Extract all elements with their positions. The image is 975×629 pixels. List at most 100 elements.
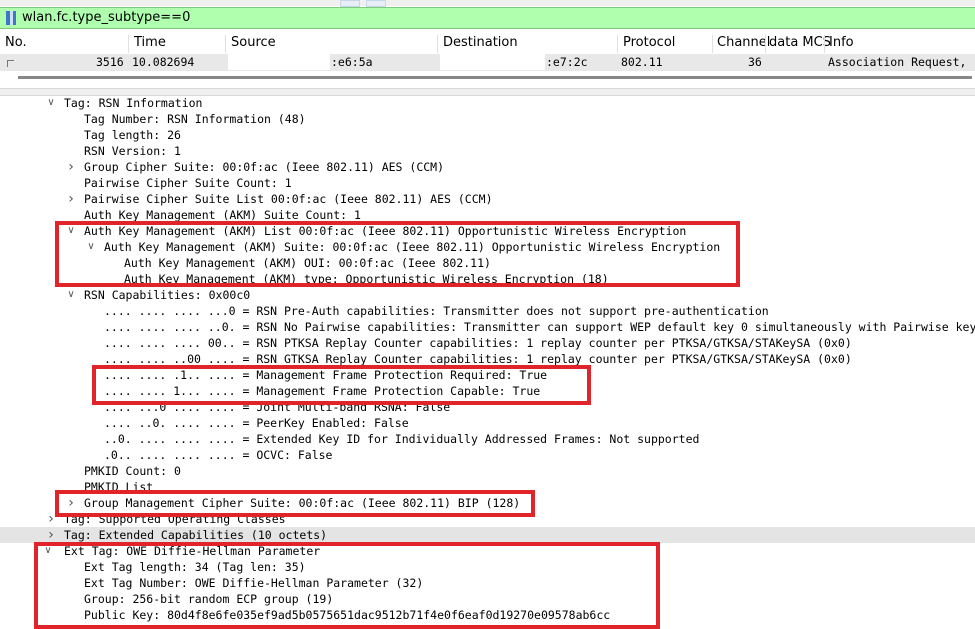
tree-row-label: Pairwise Cipher Suite Count: 1 bbox=[84, 176, 292, 190]
packet-no: 3516 bbox=[96, 55, 124, 69]
tree-row[interactable]: RSN Version: 1 bbox=[0, 143, 975, 159]
tree-row-label: Group Management Cipher Suite: 00:0f:ac … bbox=[84, 496, 521, 510]
display-filter-bar[interactable]: wlan.fc.type_subtype==0 bbox=[0, 7, 975, 29]
chevron-right-icon[interactable]: › bbox=[45, 511, 57, 527]
column-header-destination[interactable]: Destination bbox=[443, 35, 518, 50]
tree-row[interactable]: Tag Number: RSN Information (48) bbox=[0, 111, 975, 127]
tree-row-label: Tag: Supported Operating Classes bbox=[64, 512, 286, 526]
tree-row[interactable]: .... .... .... ..0. = RSN No Pairwise ca… bbox=[0, 319, 975, 335]
chevron-down-icon[interactable]: ∨ bbox=[85, 239, 97, 255]
tree-row-label: .... ...0 .... .... = Joint Multi-band R… bbox=[104, 400, 451, 414]
tree-row[interactable]: › Tag: Extended Capabilities (10 octets) bbox=[0, 527, 975, 543]
tree-row[interactable]: ∨ RSN Capabilities: 0x00c0 bbox=[0, 287, 975, 303]
tree-row-label: .... .... ..00 .... = RSN GTKSA Replay C… bbox=[104, 352, 852, 366]
packet-list: No. Time Source Destination Protocol Cha… bbox=[0, 31, 975, 86]
tree-row-label: Tag Number: RSN Information (48) bbox=[84, 112, 306, 126]
tree-row-label: .... .... .1.. .... = Management Frame P… bbox=[104, 368, 548, 382]
tree-row[interactable]: .... ..0. .... .... = PeerKey Enabled: F… bbox=[0, 415, 975, 431]
chevron-right-icon[interactable]: › bbox=[45, 527, 57, 543]
tree-row[interactable]: ∨ Ext Tag: OWE Diffie-Hellman Parameter bbox=[0, 543, 975, 559]
tree-row[interactable]: › Group Management Cipher Suite: 00:0f:ac… bbox=[0, 495, 975, 511]
column-header-data-mcs[interactable]: data MCS bbox=[769, 35, 831, 50]
tree-row[interactable]: Auth Key Management (AKM) Suite Count: 1 bbox=[0, 207, 975, 223]
filter-input[interactable]: wlan.fc.type_subtype==0 bbox=[22, 10, 190, 25]
tree-row-label: .... .... .... ..0. = RSN No Pairwise ca… bbox=[104, 320, 975, 334]
packet-protocol: 802.11 bbox=[621, 55, 663, 69]
tree-row[interactable]: Auth Key Management (AKM) OUI: 00:0f:ac … bbox=[0, 255, 975, 271]
tree-row[interactable]: .... .... .... ...0 = RSN Pre-Auth capab… bbox=[0, 303, 975, 319]
tree-row-label: Auth Key Management (AKM) List 00:0f:ac … bbox=[84, 224, 687, 238]
column-header-time[interactable]: Time bbox=[134, 35, 166, 50]
redacted-destination bbox=[440, 54, 545, 70]
tree-row[interactable]: Auth Key Management (AKM) type: Opportun… bbox=[0, 271, 975, 287]
tree-row[interactable]: Ext Tag Number: OWE Diffie-Hellman Param… bbox=[0, 575, 975, 591]
tree-row-label: Ext Tag Number: OWE Diffie-Hellman Param… bbox=[84, 576, 424, 590]
chevron-down-icon[interactable]: ∨ bbox=[65, 287, 77, 303]
tree-row[interactable]: › Pairwise Cipher Suite List 00:0f:ac (Ie… bbox=[0, 191, 975, 207]
tree-row-label: Group: 256-bit random ECP group (19) bbox=[84, 592, 334, 606]
tree-row[interactable]: Tag length: 26 bbox=[0, 127, 975, 143]
tree-row[interactable]: ..0. .... .... .... = Extended Key ID fo… bbox=[0, 431, 975, 447]
tree-row-label: Ext Tag length: 34 (Tag len: 35) bbox=[84, 560, 306, 574]
tree-row[interactable]: .0.. .... .... .... = OCVC: False bbox=[0, 447, 975, 463]
tree-row[interactable]: › Group Cipher Suite: 00:0f:ac (Ieee 802.… bbox=[0, 159, 975, 175]
tree-row[interactable]: ∨ Auth Key Management (AKM) List 00:0f:ac… bbox=[0, 223, 975, 239]
tree-row-label: Auth Key Management (AKM) Suite Count: 1 bbox=[84, 208, 361, 222]
toolbar-strip bbox=[0, 0, 975, 7]
packet-destination: :e7:2c bbox=[546, 55, 588, 69]
chevron-right-icon[interactable]: › bbox=[65, 159, 77, 175]
tree-row[interactable]: Public Key: 80d4f8e6fe035ef9ad5b0575651d… bbox=[0, 607, 975, 623]
chevron-down-icon[interactable]: ∨ bbox=[45, 95, 57, 111]
tree-row-label: Public Key: 80d4f8e6fe035ef9ad5b0575651d… bbox=[84, 608, 611, 622]
tree-row[interactable]: Group: 256-bit random ECP group (19) bbox=[0, 591, 975, 607]
tree-row-label: Auth Key Management (AKM) OUI: 00:0f:ac … bbox=[124, 256, 491, 270]
tree-row-label: Group Cipher Suite: 00:0f:ac (Ieee 802.1… bbox=[84, 160, 445, 174]
chevron-right-icon[interactable]: › bbox=[65, 495, 77, 511]
tree-row-label: RSN Version: 1 bbox=[84, 144, 181, 158]
tree-row-label: RSN Capabilities: 0x00c0 bbox=[84, 288, 251, 302]
packet-info: Association Request, bbox=[828, 55, 967, 69]
chevron-right-icon[interactable]: › bbox=[65, 191, 77, 207]
tree-row-label: Tag length: 26 bbox=[84, 128, 181, 142]
tree-row[interactable]: Ext Tag length: 34 (Tag len: 35) bbox=[0, 559, 975, 575]
tree-row[interactable]: .... ...0 .... .... = Joint Multi-band R… bbox=[0, 399, 975, 415]
packet-time: 10.082694 bbox=[132, 55, 195, 69]
tree-row-label: Tag: RSN Information bbox=[64, 96, 203, 110]
tree-row[interactable]: .... .... 1... .... = Management Frame P… bbox=[0, 383, 975, 399]
tree-row-label: Auth Key Management (AKM) Suite: 00:0f:a… bbox=[104, 240, 721, 254]
bookmark-icon[interactable] bbox=[4, 10, 18, 26]
tree-row-label: Tag: Extended Capabilities (10 octets) bbox=[64, 528, 328, 542]
column-header-no[interactable]: No. bbox=[5, 35, 27, 50]
column-header-channel[interactable]: Channel bbox=[717, 35, 770, 50]
tree-row[interactable]: .... .... ..00 .... = RSN GTKSA Replay C… bbox=[0, 351, 975, 367]
tree-row-label: PMKID List bbox=[84, 480, 154, 494]
tree-row[interactable]: ∨ Auth Key Management (AKM) Suite: 00:0f:… bbox=[0, 239, 975, 255]
column-header-source[interactable]: Source bbox=[231, 35, 276, 50]
tree-row-label: .... .... 1... .... = Management Frame P… bbox=[104, 384, 541, 398]
tree-row[interactable]: › Tag: Supported Operating Classes bbox=[0, 511, 975, 527]
toolbar-button[interactable] bbox=[366, 0, 386, 7]
redacted-source bbox=[228, 54, 330, 70]
tree-row[interactable]: PMKID List bbox=[0, 479, 975, 495]
horizontal-scrollbar[interactable] bbox=[18, 76, 972, 79]
chevron-down-icon[interactable]: ∨ bbox=[65, 223, 77, 239]
tree-row-label: .... ..0. .... .... = PeerKey Enabled: F… bbox=[104, 416, 409, 430]
column-header-info[interactable]: Info bbox=[829, 35, 854, 50]
tree-row-label: .0.. .... .... .... = OCVC: False bbox=[104, 448, 333, 462]
packet-source: :e6:5a bbox=[331, 55, 373, 69]
tree-row[interactable]: .... .... .... 00.. = RSN PTKSA Replay C… bbox=[0, 335, 975, 351]
tree-row-label: ..0. .... .... .... = Extended Key ID fo… bbox=[104, 432, 700, 446]
tree-row-label: .... .... .... ...0 = RSN Pre-Auth capab… bbox=[104, 304, 769, 318]
tree-row[interactable]: .... .... .1.. .... = Management Frame P… bbox=[0, 367, 975, 383]
column-header-protocol[interactable]: Protocol bbox=[623, 35, 675, 50]
tree-row-label: .... .... .... 00.. = RSN PTKSA Replay C… bbox=[104, 336, 852, 350]
toolbar-button[interactable] bbox=[340, 0, 360, 7]
packet-channel: 36 bbox=[748, 55, 762, 69]
tree-row[interactable]: PMKID Count: 0 bbox=[0, 463, 975, 479]
row-marker bbox=[7, 60, 14, 67]
chevron-down-icon[interactable]: ∨ bbox=[42, 543, 54, 559]
tree-row-label: Auth Key Management (AKM) type: Opportun… bbox=[124, 272, 609, 286]
tree-row[interactable]: ∨ Tag: RSN Information bbox=[0, 95, 975, 111]
tree-row-label: PMKID Count: 0 bbox=[84, 464, 181, 478]
tree-row[interactable]: Pairwise Cipher Suite Count: 1 bbox=[0, 175, 975, 191]
